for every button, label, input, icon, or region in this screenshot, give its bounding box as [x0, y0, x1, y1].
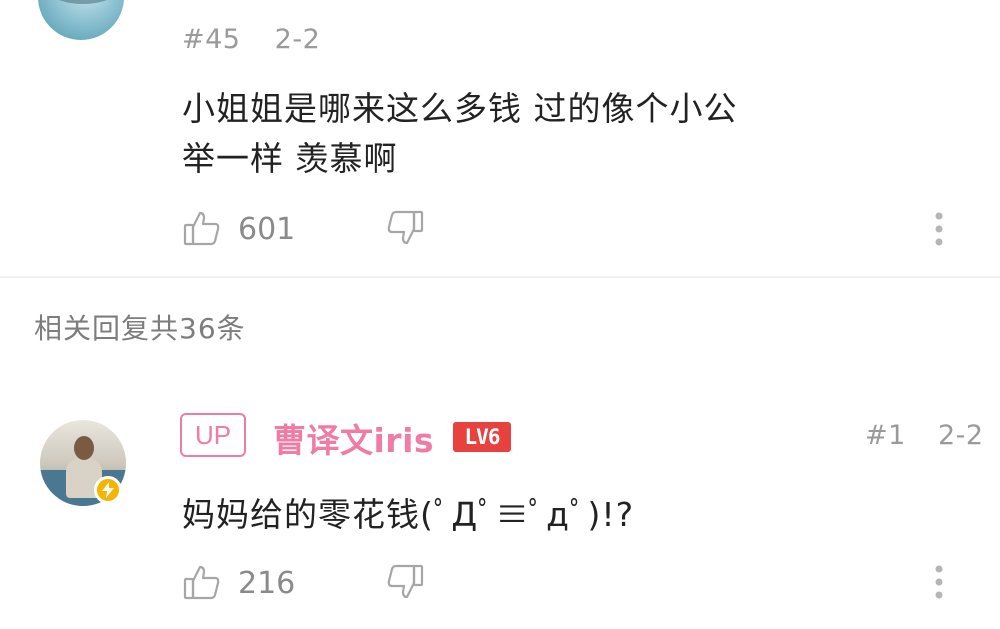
like-count: 216: [238, 566, 296, 601]
comment-date: 2-2: [938, 420, 984, 451]
up-badge: UP: [180, 413, 246, 457]
floor-number: #1: [865, 420, 906, 451]
lightning-icon: [94, 476, 122, 504]
avatar[interactable]: [38, 0, 124, 40]
divider: [0, 276, 1000, 278]
more-vertical-icon[interactable]: [929, 210, 949, 250]
thumbs-up-icon[interactable]: [182, 562, 222, 602]
like-count: 601: [238, 212, 296, 247]
comment-date: 2-2: [274, 24, 321, 55]
more-vertical-icon[interactable]: [929, 563, 949, 603]
thumbs-up-icon[interactable]: [182, 208, 222, 248]
floor-number: #45: [182, 24, 241, 55]
thumbs-down-icon[interactable]: [385, 562, 425, 602]
replies-header: 相关回复共36条: [34, 312, 246, 345]
comment-text: 小姐姐是哪来这么多钱 过的像个小公 举一样 羡慕啊: [182, 89, 738, 178]
comment-text: 妈妈给的零花钱(ﾟДﾟ≡ﾟдﾟ)!?: [182, 495, 635, 534]
username[interactable]: 曹译文iris: [273, 414, 434, 462]
comment-meta: #45 2-2: [182, 24, 320, 55]
comment-meta: #1 2-2: [865, 420, 984, 451]
thumbs-down-icon[interactable]: [385, 208, 425, 248]
level-badge: LV6: [453, 422, 511, 452]
